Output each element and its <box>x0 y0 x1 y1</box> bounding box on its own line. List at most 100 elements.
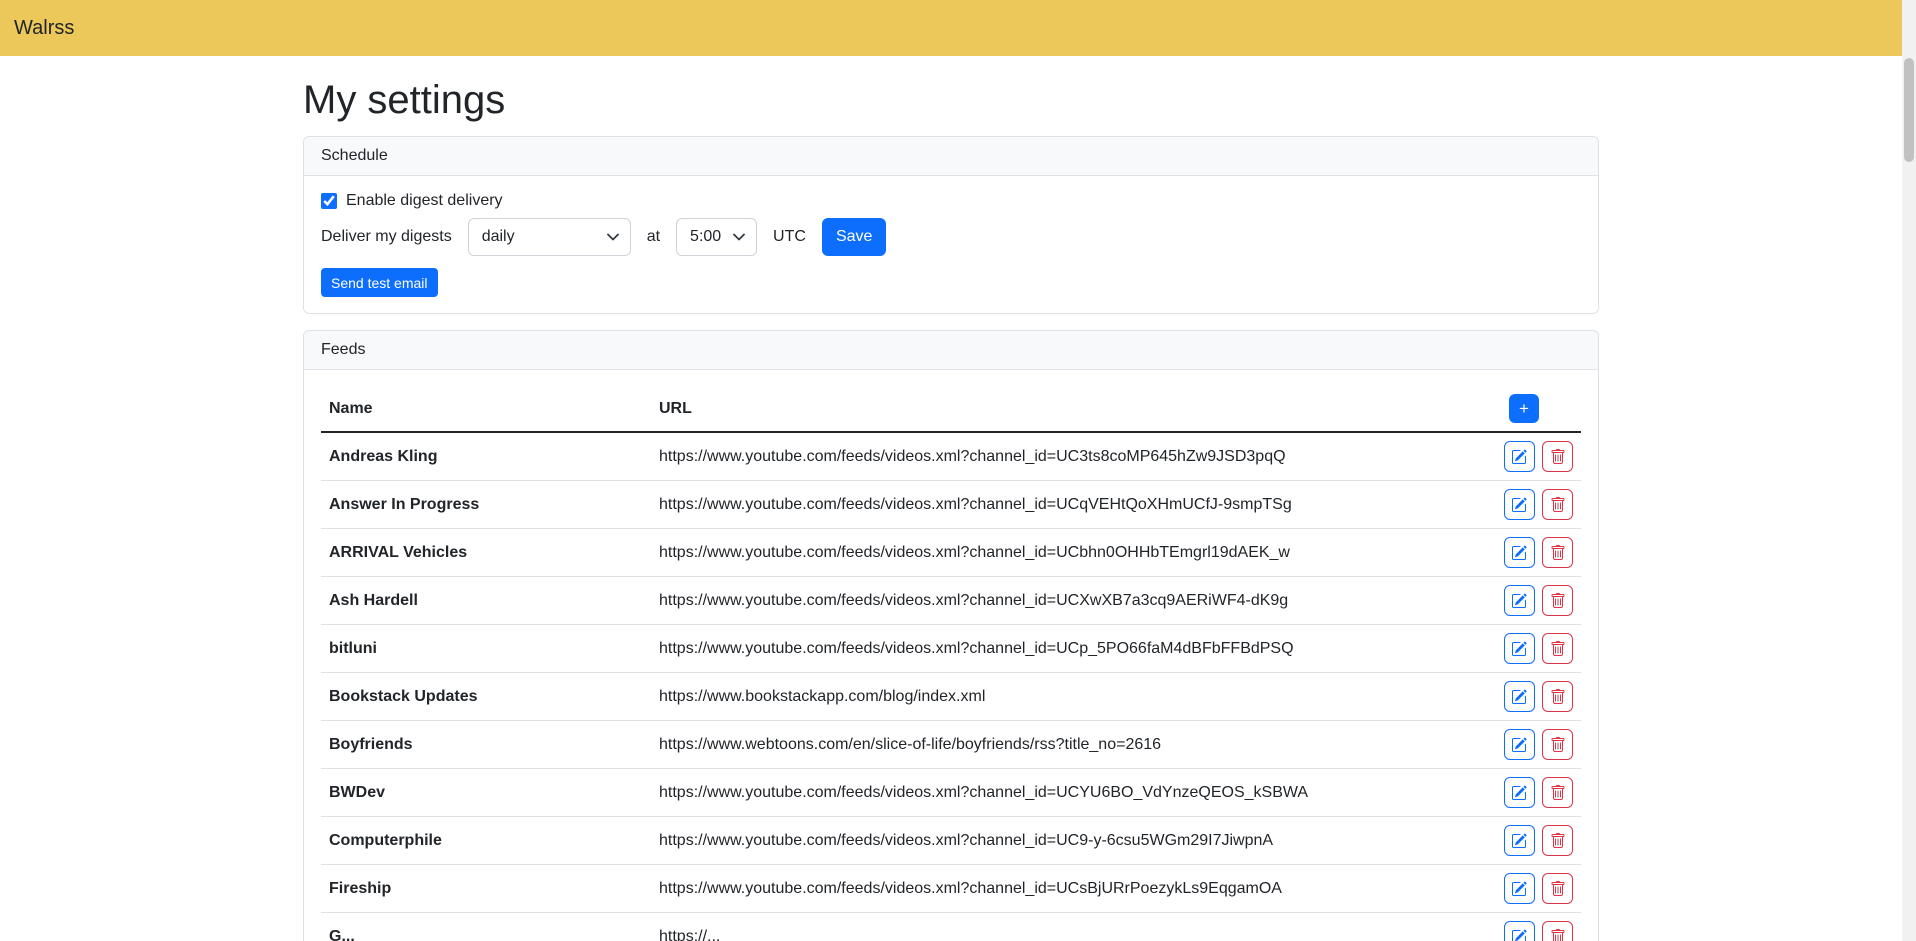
table-row: Answer In Progress https://www.youtube.c… <box>321 481 1581 529</box>
time-select[interactable]: 5:00 <box>676 218 757 256</box>
feeds-card: Feeds Name URL + Andreas Kling https:// <box>303 330 1599 941</box>
schedule-card-body: Enable digest delivery Deliver my digest… <box>304 176 1598 313</box>
table-row: BWDev https://www.youtube.com/feeds/vide… <box>321 769 1581 817</box>
delete-feed-button[interactable] <box>1542 729 1573 760</box>
pencil-square-icon <box>1511 497 1527 513</box>
pencil-square-icon <box>1511 689 1527 705</box>
delete-feed-button[interactable] <box>1542 873 1573 904</box>
feed-name: BWDev <box>321 769 651 817</box>
feed-name: Ash Hardell <box>321 577 651 625</box>
table-row: Andreas Kling https://www.youtube.com/fe… <box>321 432 1581 481</box>
feed-url: https://www.youtube.com/feeds/videos.xml… <box>651 481 1496 529</box>
frequency-select[interactable]: daily <box>468 218 631 256</box>
feed-actions <box>1496 769 1581 817</box>
deliver-label: Deliver my digests <box>321 228 452 246</box>
feed-name: ARRIVAL Vehicles <box>321 529 651 577</box>
send-test-email-button[interactable]: Send test email <box>321 268 438 297</box>
schedule-card-header: Schedule <box>304 137 1598 176</box>
pencil-square-icon <box>1511 929 1527 941</box>
edit-feed-button[interactable] <box>1504 537 1535 568</box>
delete-feed-button[interactable] <box>1542 441 1573 472</box>
feed-actions <box>1496 817 1581 865</box>
table-row: Boyfriends https://www.webtoons.com/en/s… <box>321 721 1581 769</box>
feed-name: G... <box>321 913 651 941</box>
feed-name: Boyfriends <box>321 721 651 769</box>
trash-icon <box>1550 737 1566 753</box>
edit-feed-button[interactable] <box>1504 921 1535 941</box>
feed-actions <box>1496 432 1581 481</box>
delete-feed-button[interactable] <box>1542 585 1573 616</box>
chevron-down-icon <box>733 233 745 241</box>
delete-feed-button[interactable] <box>1542 681 1573 712</box>
feed-actions <box>1496 913 1581 941</box>
feed-url: https://www.youtube.com/feeds/videos.xml… <box>651 577 1496 625</box>
delete-feed-button[interactable] <box>1542 537 1573 568</box>
feed-actions <box>1496 673 1581 721</box>
feeds-table-body: Andreas Kling https://www.youtube.com/fe… <box>321 432 1581 941</box>
feed-name: Answer In Progress <box>321 481 651 529</box>
table-row: Fireship https://www.youtube.com/feeds/v… <box>321 865 1581 913</box>
chevron-down-icon <box>607 233 619 241</box>
feed-url: https://www.youtube.com/feeds/videos.xml… <box>651 625 1496 673</box>
app-window: Walrss My settings Schedule Enable diges… <box>0 0 1902 941</box>
feed-actions <box>1496 865 1581 913</box>
trash-icon <box>1550 593 1566 609</box>
trash-icon <box>1550 929 1566 941</box>
delete-feed-button[interactable] <box>1542 825 1573 856</box>
edit-feed-button[interactable] <box>1504 825 1535 856</box>
feeds-table: Name URL + Andreas Kling https://www.you… <box>321 386 1581 941</box>
feed-url: https://www.youtube.com/feeds/videos.xml… <box>651 865 1496 913</box>
trash-icon <box>1550 785 1566 801</box>
feeds-card-header: Feeds <box>304 331 1598 370</box>
delete-feed-button[interactable] <box>1542 489 1573 520</box>
edit-feed-button[interactable] <box>1504 729 1535 760</box>
feed-actions <box>1496 529 1581 577</box>
trash-icon <box>1550 449 1566 465</box>
feed-name: Bookstack Updates <box>321 673 651 721</box>
feed-url: https://www.youtube.com/feeds/videos.xml… <box>651 769 1496 817</box>
feed-actions <box>1496 481 1581 529</box>
column-header-actions: + <box>1496 386 1581 432</box>
frequency-value: daily <box>482 228 515 246</box>
at-label: at <box>647 228 660 246</box>
edit-feed-button[interactable] <box>1504 681 1535 712</box>
column-header-url: URL <box>651 386 1496 432</box>
enable-digest-label: Enable digest delivery <box>346 192 503 210</box>
feeds-card-body: Name URL + Andreas Kling https://www.you… <box>304 370 1598 941</box>
delete-feed-button[interactable] <box>1542 921 1573 941</box>
feed-actions <box>1496 577 1581 625</box>
feed-name: Fireship <box>321 865 651 913</box>
save-button[interactable]: Save <box>822 218 886 256</box>
pencil-square-icon <box>1511 449 1527 465</box>
pencil-square-icon <box>1511 593 1527 609</box>
add-feed-button[interactable]: + <box>1509 394 1539 423</box>
table-row: Computerphile https://www.youtube.com/fe… <box>321 817 1581 865</box>
pencil-square-icon <box>1511 737 1527 753</box>
enable-digest-checkbox[interactable] <box>321 193 337 209</box>
feed-url: https://www.bookstackapp.com/blog/index.… <box>651 673 1496 721</box>
feed-url: https://www.youtube.com/feeds/videos.xml… <box>651 529 1496 577</box>
table-row: Ash Hardell https://www.youtube.com/feed… <box>321 577 1581 625</box>
edit-feed-button[interactable] <box>1504 585 1535 616</box>
feed-url: https://www.youtube.com/feeds/videos.xml… <box>651 817 1496 865</box>
edit-feed-button[interactable] <box>1504 777 1535 808</box>
pencil-square-icon <box>1511 641 1527 657</box>
page-title: My settings <box>303 76 1599 124</box>
edit-feed-button[interactable] <box>1504 873 1535 904</box>
trash-icon <box>1550 497 1566 513</box>
scrollbar[interactable] <box>1902 0 1916 941</box>
edit-feed-button[interactable] <box>1504 441 1535 472</box>
delete-feed-button[interactable] <box>1542 777 1573 808</box>
edit-feed-button[interactable] <box>1504 633 1535 664</box>
brand-link[interactable]: Walrss <box>14 17 74 40</box>
trash-icon <box>1550 641 1566 657</box>
scrollbar-thumb[interactable] <box>1904 58 1914 162</box>
delivery-controls-row: Deliver my digests daily at 5:00 <box>321 218 1581 256</box>
column-header-name: Name <box>321 386 651 432</box>
trash-icon <box>1550 545 1566 561</box>
table-row: bitluni https://www.youtube.com/feeds/vi… <box>321 625 1581 673</box>
trash-icon <box>1550 689 1566 705</box>
edit-feed-button[interactable] <box>1504 489 1535 520</box>
pencil-square-icon <box>1511 545 1527 561</box>
delete-feed-button[interactable] <box>1542 633 1573 664</box>
